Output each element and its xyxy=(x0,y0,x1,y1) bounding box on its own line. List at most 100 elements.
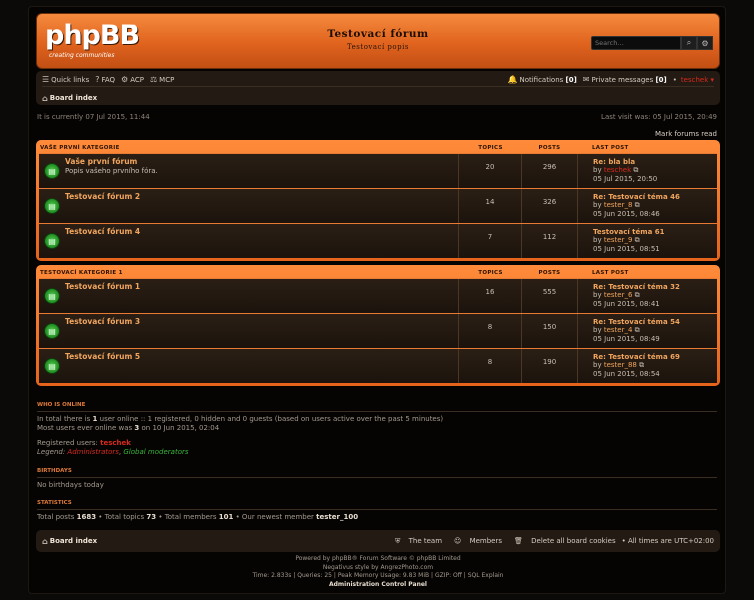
faq-link[interactable]: ? FAQ xyxy=(95,75,115,84)
col-last-post: Last post xyxy=(592,144,629,151)
view-latest-post-icon[interactable]: ⧉ xyxy=(639,361,644,369)
forum-read-icon: ▤ xyxy=(44,323,60,339)
search-input[interactable] xyxy=(591,36,681,50)
last-post-user-link[interactable]: tester_6 xyxy=(604,291,633,299)
board-index-link[interactable]: ⌂ Board index xyxy=(42,94,97,103)
last-post-author: by tester_4 ⧉ xyxy=(593,326,680,334)
last-post-user-link[interactable]: tester_4 xyxy=(604,326,633,334)
view-latest-post-icon[interactable]: ⧉ xyxy=(635,291,640,299)
forum-posts-count: 112 xyxy=(542,233,557,241)
mark-forums-read-link[interactable]: Mark forums read xyxy=(655,130,717,138)
site-header: phpBB ® creating communities Testovací f… xyxy=(36,13,720,69)
notifications-count: [0] xyxy=(565,75,577,84)
forum-title-link[interactable]: Vaše první fórum xyxy=(65,157,137,166)
last-post-date: 05 Jun 2015, 08:49 xyxy=(593,334,660,343)
user-menu[interactable]: teschek ▾ xyxy=(681,76,714,84)
acp-link[interactable]: ⚙ ACP xyxy=(121,75,144,84)
notifications-link[interactable]: 🔔 Notifications [0] xyxy=(508,75,577,84)
last-post-title-link[interactable]: Re: Testovací téma 32 xyxy=(593,283,680,291)
forum-row: ▤ Testovací fórum 3 8 150 Re: Testovací téma… xyxy=(39,313,717,348)
breadcrumb: ⌂ Board index xyxy=(42,91,714,105)
last-visit: Last visit was: 05 Jul 2015, 20:49 xyxy=(601,113,717,121)
most-online: Most users ever online was 3 on 10 Jun 2… xyxy=(37,424,717,433)
footer-board-index-link[interactable]: ⌂ Board index xyxy=(42,537,97,546)
forum-description: Popis vašeho prvního fóra. xyxy=(65,167,158,175)
forum-main: ▤ Vaše první fórum Popis vašeho prvního fó… xyxy=(39,154,459,188)
legend-global-moderators-link[interactable]: Global moderators xyxy=(123,448,188,456)
newest-member-link[interactable]: tester_100 xyxy=(316,513,358,521)
forum-row: ▤ Testovací fórum 2 14 326 Re: Testovací tém… xyxy=(39,188,717,223)
forum-main: ▤ Testovací fórum 4 xyxy=(39,224,459,258)
forum-title-link[interactable]: Testovací fórum 1 xyxy=(65,282,140,291)
category-name[interactable]: Vaše první kategorie xyxy=(39,145,459,151)
mcp-link[interactable]: ⚖ MCP xyxy=(150,75,174,84)
home-icon: ⌂ xyxy=(42,536,48,546)
page-wrap: phpBB ® creating communities Testovací f… xyxy=(28,6,726,594)
search-box: ⌕ ⚙ xyxy=(591,36,713,52)
text: user online :: 1 registered, 0 hidden an… xyxy=(97,415,444,423)
section-heading: Statistics xyxy=(37,500,717,510)
category-header: Vaše první kategorie Topics Posts Last post xyxy=(39,142,717,153)
private-messages-link[interactable]: ✉ Private messages [0] xyxy=(583,75,667,84)
text: Legend: xyxy=(37,448,68,456)
legend-administrators-link[interactable]: Administrators xyxy=(67,448,119,456)
advanced-search-button[interactable]: ⚙ xyxy=(697,36,713,50)
last-post-user-link[interactable]: tester_9 xyxy=(604,236,633,244)
board-index-label: Board index xyxy=(49,94,98,102)
forum-title-link[interactable]: Testovací fórum 5 xyxy=(65,352,140,361)
logo-tagline: creating communities xyxy=(49,52,115,59)
delete-cookies-link[interactable]: 🗑 Delete all board cookies xyxy=(508,537,616,545)
search-icon: ⌕ xyxy=(686,38,692,47)
last-post-title-link[interactable]: Testovací téma 61 xyxy=(593,228,664,236)
legend: Legend: Administrators, Global moderator… xyxy=(37,448,717,457)
last-post-user-link[interactable]: tester_8 xyxy=(604,201,633,209)
last-post-title-link[interactable]: Re: Testovací téma 69 xyxy=(593,353,680,361)
col-topics: Topics xyxy=(478,144,503,151)
forum-read-icon: ▤ xyxy=(44,198,60,214)
forum-last-post: Re: bla bla by teschek ⧉ 05 Jul 2015, 20:5… xyxy=(577,154,657,188)
forum-last-post: Testovací téma 61 by tester_9 ⧉ 05 Jun 201… xyxy=(577,224,664,258)
view-latest-post-icon[interactable]: ⧉ xyxy=(635,236,640,244)
style-credit: Negativus style by AngrezPhoto.com xyxy=(322,563,434,571)
section-heading: Who is online xyxy=(37,402,717,412)
members-link[interactable]: ☺ Members xyxy=(448,537,502,545)
text: Registered users: xyxy=(37,439,101,447)
forum-read-icon: ▤ xyxy=(44,233,60,249)
section-heading: Birthdays xyxy=(37,468,717,478)
footer-navbar: ⌂ Board index ⛨ The team ☺ Members 🗑 Dele… xyxy=(36,530,720,552)
forum-title-link[interactable]: Testovací fórum 4 xyxy=(65,227,140,236)
category-header: Testovací kategorie 1 Topics Posts Last pos… xyxy=(39,267,717,278)
time-info: It is currently 07 Jul 2015, 11:44 Last … xyxy=(37,113,717,121)
forum-main: ▤ Testovací fórum 3 xyxy=(39,314,459,348)
last-post-user-link[interactable]: tester_88 xyxy=(604,361,637,369)
admin-control-panel-link[interactable]: Administration Control Panel xyxy=(329,581,427,588)
statistics-text: Total posts 1683 • Total topics 73 • Tot… xyxy=(37,513,717,522)
quick-links-menu[interactable]: ☰ Quick links xyxy=(42,75,89,84)
forum-posts-count: 190 xyxy=(542,358,557,366)
gavel-icon: ⚖ xyxy=(149,75,158,84)
view-latest-post-icon[interactable]: ⧉ xyxy=(635,201,640,209)
registered-users: Registered users: teschek xyxy=(37,439,717,448)
last-post-title-link[interactable]: Re: Testovací téma 46 xyxy=(593,193,680,201)
forum-last-post: Re: Testovací téma 69 by tester_88 ⧉ 05 Ju… xyxy=(577,349,680,383)
last-post-title-link[interactable]: Re: Testovací téma 54 xyxy=(593,318,680,326)
col-posts: Posts xyxy=(538,144,561,151)
text: In total there is xyxy=(37,415,93,423)
text: • Total members xyxy=(156,513,219,521)
forum-title-link[interactable]: Testovací fórum 3 xyxy=(65,317,140,326)
col-topics: Topics xyxy=(478,269,503,276)
forum-row: ▤ Testovací fórum 5 8 190 Re: Testovací téma… xyxy=(39,348,717,383)
by-label: by xyxy=(593,361,602,370)
team-link[interactable]: ⛨ The team xyxy=(389,537,442,546)
search-button[interactable]: ⌕ xyxy=(681,36,697,50)
view-latest-post-icon[interactable]: ⧉ xyxy=(633,166,638,174)
last-post-author: by tester_8 ⧉ xyxy=(593,201,680,209)
forum-read-icon: ▤ xyxy=(44,358,60,374)
last-post-user-link[interactable]: teschek xyxy=(604,166,631,174)
view-latest-post-icon[interactable]: ⧉ xyxy=(635,326,640,334)
category-name[interactable]: Testovací kategorie 1 xyxy=(39,270,459,276)
registered-user-link[interactable]: teschek xyxy=(100,439,131,447)
last-post-title-link[interactable]: Re: bla bla xyxy=(593,158,657,166)
forum-title-link[interactable]: Testovací fórum 2 xyxy=(65,192,140,201)
forum-main: ▤ Testovací fórum 1 xyxy=(39,279,459,313)
